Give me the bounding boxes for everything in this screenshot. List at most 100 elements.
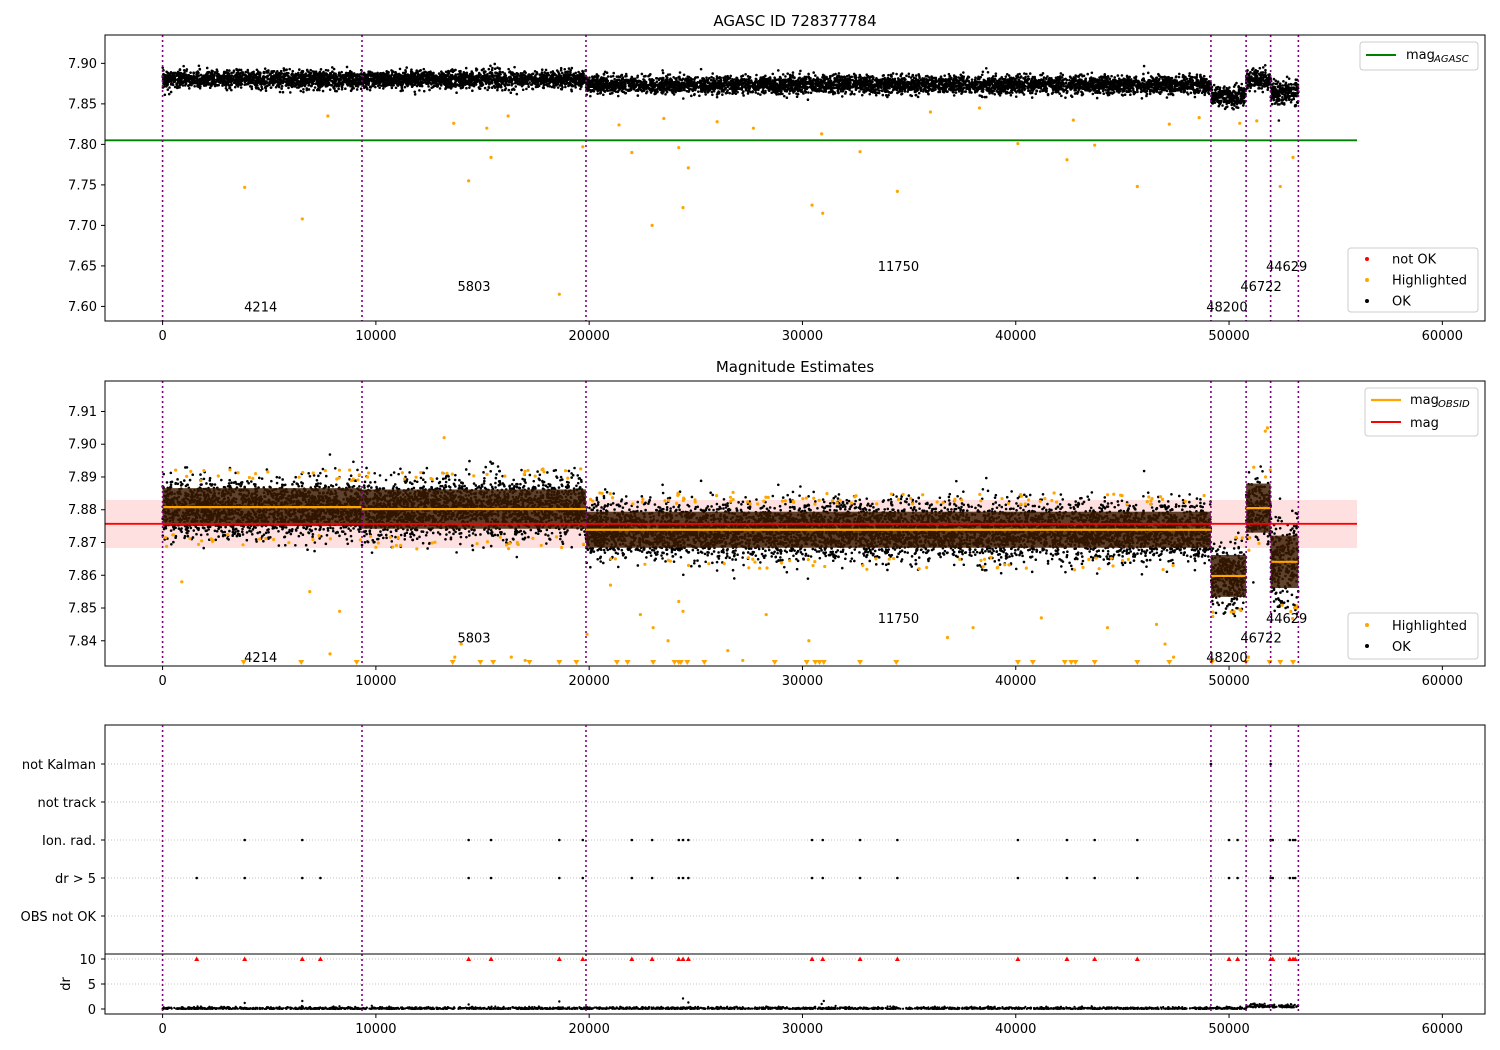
data-point-ok [524, 71, 527, 75]
data-point-ok [503, 72, 507, 75]
data-point-ok [544, 79, 547, 83]
data-point-ok [519, 77, 523, 80]
data-point-ok [515, 92, 519, 96]
data-point-ok [430, 82, 433, 86]
data-point-ok [164, 81, 167, 85]
data-point-ok [288, 67, 291, 71]
data-point-ok [482, 67, 485, 71]
data-point-ok [493, 67, 497, 70]
data-point-ok [678, 71, 682, 74]
data-point-ok [385, 84, 388, 87]
data-point-ok [229, 77, 233, 80]
data-point-ok [416, 71, 419, 75]
data-point-ok [682, 97, 685, 100]
data-point-ok [345, 65, 349, 69]
data-point-ok [428, 77, 432, 81]
data-point-ok [508, 70, 511, 74]
data-point-ok [521, 79, 525, 82]
data-point-ok [233, 81, 236, 85]
data-point-ok [374, 85, 377, 89]
data-point-ok [356, 85, 360, 88]
data-point-ok [168, 86, 171, 89]
data-point-ok [503, 84, 507, 88]
data-point-ok [457, 75, 460, 79]
data-point-ok [574, 79, 578, 82]
plot-area-top: 4214580311750482004672244629 [105, 35, 1358, 321]
data-point-ok [490, 73, 494, 76]
data-point-ok [285, 72, 288, 75]
data-point-ok [304, 81, 308, 85]
data-point-ok [581, 70, 585, 74]
data-point-ok [167, 80, 171, 83]
data-point-ok [305, 68, 309, 72]
data-point-ok [163, 73, 166, 77]
data-point-ok [285, 68, 288, 71]
data-point-ok [421, 81, 425, 85]
data-point-ok [398, 67, 402, 71]
data-point-ok [756, 92, 760, 95]
data-point-ok [278, 90, 282, 94]
data-point-ok [469, 84, 472, 87]
data-point-ok [193, 84, 196, 88]
data-point-ok [278, 79, 282, 82]
data-point-ok [415, 69, 419, 72]
data-point-ok [393, 81, 397, 85]
data-point-ok [188, 77, 192, 80]
data-point-ok [570, 79, 573, 82]
data-point-ok [1064, 77, 1067, 81]
data-point-ok [226, 79, 230, 83]
data-point-ok [363, 86, 366, 90]
data-point-ok [293, 75, 297, 78]
data-point-ok [567, 70, 570, 73]
data-point-ok [173, 85, 177, 89]
data-point-ok [224, 80, 227, 83]
data-point-ok [503, 88, 507, 92]
data-point-ok [321, 89, 325, 93]
data-point-ok [398, 73, 402, 77]
data-point-ok [274, 72, 278, 76]
data-point-ok [404, 70, 407, 74]
data-point-ok [341, 74, 344, 78]
data-point-ok [356, 81, 359, 85]
data-point-ok [295, 86, 299, 89]
data-point-ok [527, 75, 530, 79]
data-point-ok [551, 74, 554, 78]
data-point-ok [551, 70, 555, 73]
data-point-ok [984, 66, 988, 70]
data-point-ok [326, 82, 329, 86]
data-point-ok [366, 87, 369, 91]
data-point-ok [483, 86, 487, 90]
data-point-ok [376, 73, 380, 76]
data-point-ok [311, 70, 315, 73]
data-point-ok [184, 79, 188, 83]
data-point-ok [351, 82, 355, 85]
data-point-ok [479, 80, 482, 84]
data-point-ok [1102, 92, 1106, 96]
data-point-ok [371, 75, 374, 78]
data-point-ok [525, 81, 528, 85]
data-point-ok [463, 83, 467, 86]
data-point-ok [277, 83, 280, 87]
data-point-ok [239, 68, 243, 72]
data-point-ok [784, 75, 787, 78]
data-point-ok [437, 72, 441, 75]
data-point-ok [258, 76, 262, 80]
data-point-ok [192, 76, 196, 80]
data-point-ok [224, 87, 228, 90]
data-point-ok [271, 77, 275, 81]
data-point-ok [503, 78, 507, 82]
data-point-ok [239, 76, 243, 80]
data-point-ok [498, 67, 502, 70]
data-point-ok [432, 73, 435, 77]
data-point-ok [563, 82, 567, 86]
data-point-ok [239, 86, 243, 89]
data-point-ok [296, 77, 299, 81]
data-point-ok [329, 83, 333, 87]
data-point-ok [795, 95, 799, 99]
data-point-ok [475, 80, 479, 84]
data-point-ok [514, 85, 518, 88]
data-point-ok [166, 83, 169, 86]
data-point-ok [436, 84, 440, 88]
data-point-ok [504, 81, 508, 85]
data-point-ok [418, 89, 421, 92]
